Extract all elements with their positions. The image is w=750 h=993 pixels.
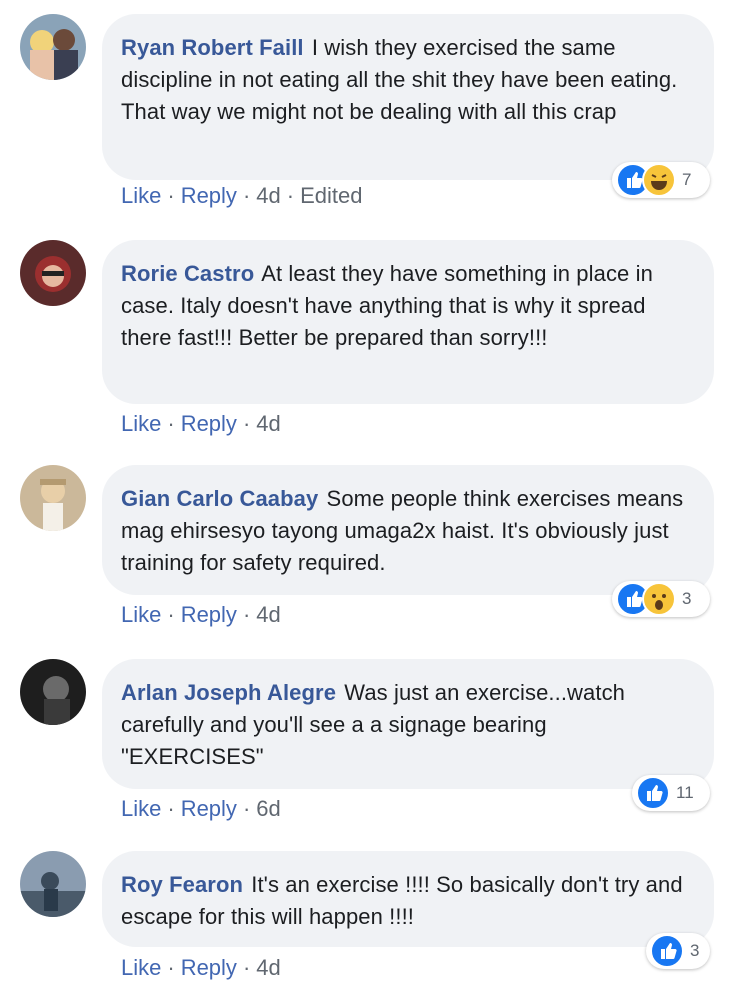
comment-bubble: Roy Fearon It's an exercise !!!! So basi… bbox=[102, 851, 714, 947]
like-link[interactable]: Like bbox=[121, 955, 161, 980]
comment-bubble: Ryan Robert Faill I wish they exercised … bbox=[102, 14, 714, 180]
reaction-count: 7 bbox=[682, 170, 692, 189]
comment-author[interactable]: Arlan Joseph Alegre bbox=[121, 680, 336, 705]
reaction-count: 11 bbox=[676, 783, 694, 802]
haha-reaction-icon bbox=[642, 163, 676, 197]
avatar[interactable] bbox=[20, 465, 86, 531]
comment-author[interactable]: Gian Carlo Caabay bbox=[121, 486, 318, 511]
reaction-count: 3 bbox=[690, 941, 700, 960]
reply-link[interactable]: Reply bbox=[181, 183, 237, 208]
comment-timestamp[interactable]: 4d bbox=[256, 955, 280, 980]
reply-link[interactable]: Reply bbox=[181, 955, 237, 980]
edited-label: Edited bbox=[300, 183, 363, 208]
reaction-summary[interactable]: 3 bbox=[646, 933, 710, 969]
comment-bubble: Rorie Castro At least they have somethin… bbox=[102, 240, 714, 404]
reply-link[interactable]: Reply bbox=[181, 796, 237, 821]
like-reaction-icon bbox=[636, 776, 670, 810]
comment-author[interactable]: Ryan Robert Faill bbox=[121, 35, 304, 60]
comment-author[interactable]: Roy Fearon bbox=[121, 872, 243, 897]
avatar[interactable] bbox=[20, 240, 86, 306]
comment-actions: Like · Reply · 4d bbox=[121, 411, 281, 436]
avatar[interactable] bbox=[20, 14, 86, 80]
comment-timestamp[interactable]: 6d bbox=[256, 796, 280, 821]
reply-link[interactable]: Reply bbox=[181, 411, 237, 436]
comment-actions: Like · Reply · 4d · Edited bbox=[121, 183, 363, 208]
avatar[interactable] bbox=[20, 851, 86, 917]
reply-link[interactable]: Reply bbox=[181, 602, 237, 627]
wow-reaction-icon bbox=[642, 582, 676, 616]
reaction-summary[interactable]: 11 bbox=[632, 775, 710, 811]
reaction-summary[interactable]: 7 bbox=[612, 162, 710, 198]
reaction-summary[interactable]: 3 bbox=[612, 581, 710, 617]
like-link[interactable]: Like bbox=[121, 183, 161, 208]
like-reaction-icon bbox=[650, 934, 684, 968]
comment-timestamp[interactable]: 4d bbox=[256, 183, 280, 208]
avatar[interactable] bbox=[20, 659, 86, 725]
comment-bubble: Arlan Joseph Alegre Was just an exercise… bbox=[102, 659, 714, 789]
like-link[interactable]: Like bbox=[121, 411, 161, 436]
like-link[interactable]: Like bbox=[121, 796, 161, 821]
comment-bubble: Gian Carlo Caabay Some people think exer… bbox=[102, 465, 714, 595]
comment-actions: Like · Reply · 6d bbox=[121, 796, 281, 821]
comment-actions: Like · Reply · 4d bbox=[121, 955, 281, 980]
like-link[interactable]: Like bbox=[121, 602, 161, 627]
comment-timestamp[interactable]: 4d bbox=[256, 602, 280, 627]
reaction-count: 3 bbox=[682, 589, 692, 608]
comment-author[interactable]: Rorie Castro bbox=[121, 261, 254, 286]
comment-actions: Like · Reply · 4d bbox=[121, 602, 281, 627]
comment-timestamp[interactable]: 4d bbox=[256, 411, 280, 436]
